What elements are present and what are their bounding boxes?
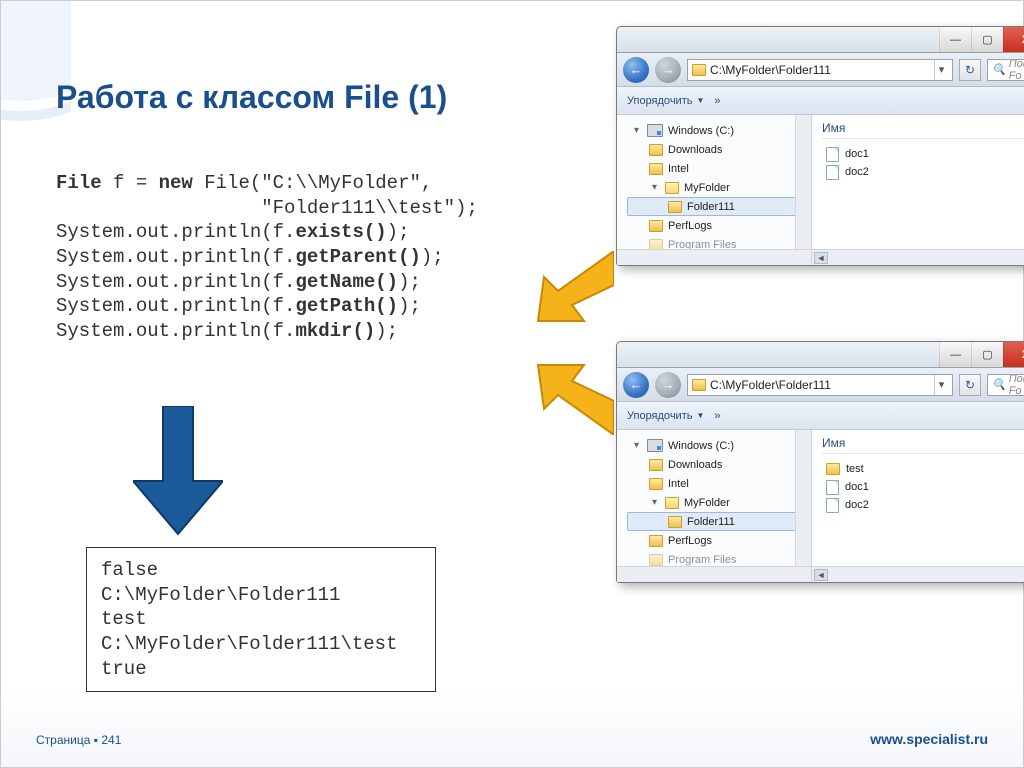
address-bar[interactable]: C:\MyFolder\Folder111 ▾ [687,59,953,81]
folder-icon [665,497,679,509]
organize-menu[interactable]: Упорядочить▼ [627,410,704,422]
more-menu[interactable]: » [714,410,720,422]
folder-icon [649,535,663,547]
folder-tree: ▾Windows (C:) Downloads Intel ▾MyFolder … [617,430,812,582]
folder-icon [665,182,679,194]
titlebar[interactable]: — ▢ X [617,342,1024,368]
folder-icon [826,463,840,475]
drive-icon [647,124,663,137]
address-text: C:\MyFolder\Folder111 [710,378,930,392]
folder-icon [649,144,663,156]
toolbar: Упорядочить▼ » [617,87,1024,115]
tree-item[interactable]: Intel [627,474,807,493]
maximize-button[interactable]: ▢ [971,342,1003,367]
file-pane: Имя test doc1 doc2 ◄► [812,430,1024,582]
address-text: C:\MyFolder\Folder111 [710,63,930,77]
maximize-button[interactable]: ▢ [971,27,1003,52]
tree-item[interactable]: PerfLogs [627,531,807,550]
minimize-button[interactable]: — [939,27,971,52]
arrow-left-top-icon [536,251,614,329]
scrollbar-vertical[interactable] [795,115,811,249]
tree-item-drive[interactable]: ▾Windows (C:) [627,121,807,140]
output-box: false C:\MyFolder\Folder111 test C:\MyFo… [86,547,436,692]
folder-tree: ▾Windows (C:) Downloads Intel ▾MyFolder … [617,115,812,265]
folder-icon [649,459,663,471]
refresh-button[interactable]: ↻ [959,374,981,396]
explorer-window-before: — ▢ X ← → C:\MyFolder\Folder111 ▾ ↻ 🔍Пои… [616,26,1024,266]
page-footer: Страница ▪ 241 [36,733,121,747]
chevron-down-icon[interactable]: ▾ [934,60,948,80]
folder-icon [649,220,663,232]
site-url: www.specialist.ru [870,731,988,747]
scrollbar-horizontal[interactable]: ◄► [812,249,1024,265]
forward-button[interactable]: → [655,57,681,83]
folder-icon [649,163,663,175]
scrollbar-horizontal[interactable]: ◄► [812,566,1024,582]
toolbar: Упорядочить▼ » [617,402,1024,430]
refresh-button[interactable]: ↻ [959,59,981,81]
back-button[interactable]: ← [623,57,649,83]
file-item[interactable]: doc2 [822,163,1024,181]
file-item[interactable]: doc1 [822,478,1024,496]
column-header-name[interactable]: Имя [822,436,1024,454]
arrow-down-icon [133,406,223,536]
tree-item-drive[interactable]: ▾Windows (C:) [627,436,807,455]
tree-item[interactable]: Downloads [627,455,807,474]
tree-item[interactable]: ▾MyFolder [627,178,807,197]
tree-item-selected[interactable]: Folder111 [627,197,807,216]
chevron-down-icon[interactable]: ▾ [934,375,948,395]
close-button[interactable]: X [1003,342,1024,367]
folder-icon [668,201,682,213]
tree-item[interactable]: Intel [627,159,807,178]
scrollbar-vertical[interactable] [795,430,811,566]
document-icon [826,165,839,180]
tree-item[interactable]: Downloads [627,140,807,159]
folder-icon [692,379,706,391]
search-input[interactable]: 🔍Поиск: Fo [987,374,1024,396]
back-button[interactable]: ← [623,372,649,398]
address-bar[interactable]: C:\MyFolder\Folder111 ▾ [687,374,953,396]
document-icon [826,498,839,513]
drive-icon [647,439,663,452]
minimize-button[interactable]: — [939,342,971,367]
explorer-window-after: — ▢ X ← → C:\MyFolder\Folder111 ▾ ↻ 🔍Пои… [616,341,1024,583]
forward-button[interactable]: → [655,372,681,398]
file-pane: Имя doc1 doc2 ◄► [812,115,1024,265]
more-menu[interactable]: » [714,95,720,107]
document-icon [826,147,839,162]
arrow-left-bottom-icon [536,357,614,435]
folder-icon [692,64,706,76]
scrollbar-horizontal[interactable] [617,249,811,265]
folder-icon [649,554,663,566]
search-input[interactable]: 🔍Поиск: Fo [987,59,1024,81]
scrollbar-horizontal[interactable] [617,566,811,582]
code-example: File f = new File("C:\\MyFolder", "Folde… [56,171,478,344]
column-header-name[interactable]: Имя [822,121,1024,139]
folder-icon [649,478,663,490]
titlebar[interactable]: — ▢ X [617,27,1024,53]
file-item[interactable]: test [822,460,1024,478]
organize-menu[interactable]: Упорядочить▼ [627,95,704,107]
tree-item[interactable]: PerfLogs [627,216,807,235]
slide-title: Работа с классом File (1) [56,79,447,116]
document-icon [826,480,839,495]
tree-item[interactable]: ▾MyFolder [627,493,807,512]
folder-icon [668,516,682,528]
close-button[interactable]: X [1003,27,1024,52]
file-item[interactable]: doc1 [822,145,1024,163]
file-item[interactable]: doc2 [822,496,1024,514]
tree-item-selected[interactable]: Folder111 [627,512,807,531]
